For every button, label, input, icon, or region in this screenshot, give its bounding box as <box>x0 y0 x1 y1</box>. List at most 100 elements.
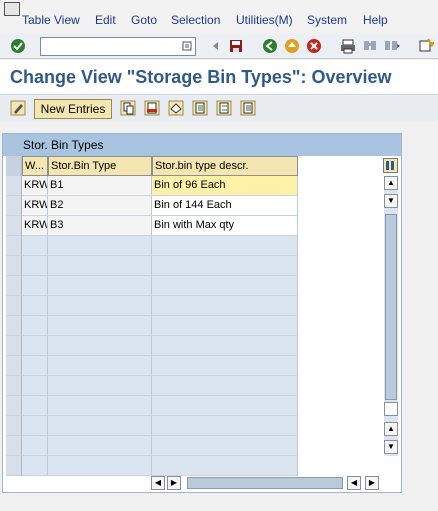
table-title: Stor. Bin Types <box>23 138 104 152</box>
empty-cell <box>48 276 152 296</box>
cancel-icon[interactable] <box>306 38 322 54</box>
row-selector[interactable] <box>6 436 22 456</box>
empty-cell <box>152 456 298 476</box>
empty-cell <box>22 376 48 396</box>
table-settings-icon[interactable] <box>383 158 398 173</box>
cell-description-input[interactable]: Bin of 96 Each <box>152 176 298 196</box>
column-header-warehouse[interactable]: W... <box>22 156 48 176</box>
system-menu-icon[interactable] <box>4 2 20 16</box>
display-change-icon[interactable] <box>10 100 26 116</box>
undo-change-icon[interactable] <box>168 100 184 116</box>
empty-cell <box>48 396 152 416</box>
select-block-icon[interactable] <box>216 100 232 116</box>
row-selector[interactable] <box>6 176 22 196</box>
menu-utilities[interactable]: Utilities(M) <box>236 13 293 27</box>
menu-help[interactable]: Help <box>363 13 388 27</box>
empty-cell <box>152 316 298 336</box>
empty-cell <box>152 356 298 376</box>
scroll-down-button[interactable]: ▼ <box>384 440 398 454</box>
cell-bin-type: B3 <box>48 216 152 236</box>
new-session-icon[interactable] <box>418 38 434 54</box>
scroll-left-button[interactable]: ◀ <box>151 476 165 490</box>
copy-as-icon[interactable] <box>120 100 136 116</box>
cell-warehouse: KRW <box>22 216 48 236</box>
command-input[interactable] <box>41 38 177 54</box>
row-selector[interactable] <box>6 416 22 436</box>
empty-cell <box>152 236 298 256</box>
row-selector[interactable] <box>6 336 22 356</box>
empty-cell <box>48 436 152 456</box>
scroll-right-button[interactable]: ▶ <box>365 476 379 490</box>
select-all-icon[interactable] <box>192 100 208 116</box>
delete-icon[interactable] <box>144 100 160 116</box>
column-header-description[interactable]: Stor.bin type descr. <box>152 156 298 176</box>
empty-cell <box>152 336 298 356</box>
horizontal-scroll-thumb[interactable] <box>187 477 343 489</box>
cell-description-input[interactable]: Bin of 144 Each <box>152 196 298 216</box>
save-icon[interactable] <box>228 38 244 54</box>
empty-cell <box>48 256 152 276</box>
command-field[interactable] <box>40 37 196 56</box>
empty-cell <box>22 416 48 436</box>
menu-table-view[interactable]: Table View <box>22 13 80 27</box>
empty-cell <box>22 396 48 416</box>
find-next-icon[interactable] <box>384 38 400 54</box>
table-control: Stor. Bin Types W... Stor.Bin Type Stor.… <box>2 133 402 493</box>
empty-cell <box>152 376 298 396</box>
row-selector[interactable] <box>6 196 22 216</box>
scroll-page-down-button[interactable] <box>384 402 398 416</box>
empty-cell <box>22 316 48 336</box>
menu-selection[interactable]: Selection <box>171 13 220 27</box>
exit-icon[interactable] <box>284 38 300 54</box>
empty-cell <box>48 236 152 256</box>
empty-cell <box>48 416 152 436</box>
scroll-next-button[interactable]: ▲ <box>384 422 398 436</box>
row-selector[interactable] <box>6 276 22 296</box>
deselect-all-icon[interactable] <box>240 100 256 116</box>
row-selector[interactable] <box>6 296 22 316</box>
row-selector[interactable] <box>6 316 22 336</box>
empty-cell <box>152 276 298 296</box>
standard-toolbar <box>0 34 438 59</box>
scroll-left-end-button[interactable]: ◀ <box>347 476 361 490</box>
row-selector[interactable] <box>6 356 22 376</box>
menu-bar: Table View Edit Goto Selection Utilities… <box>0 0 438 33</box>
column-header-bin-type[interactable]: Stor.Bin Type <box>48 156 152 176</box>
empty-cell <box>22 456 48 476</box>
row-selector[interactable] <box>6 216 22 236</box>
enter-icon[interactable] <box>10 38 26 54</box>
back-arrow-small-icon[interactable] <box>208 38 224 54</box>
find-icon[interactable] <box>362 38 378 54</box>
menu-edit[interactable]: Edit <box>95 13 116 27</box>
horizontal-scrollbar[interactable]: ◀ ▶ ◀ ▶ <box>151 476 383 490</box>
new-entries-button[interactable]: New Entries <box>34 99 112 119</box>
scroll-right-start-button[interactable]: ▶ <box>167 476 181 490</box>
empty-cell <box>152 396 298 416</box>
scroll-page-up-button[interactable]: ▼ <box>384 194 398 208</box>
menu-goto[interactable]: Goto <box>131 13 157 27</box>
empty-cell <box>22 296 48 316</box>
cell-warehouse: KRW <box>22 196 48 216</box>
table-title-bar: Stor. Bin Types <box>3 134 401 156</box>
select-all-cell[interactable] <box>6 156 22 176</box>
cell-warehouse: KRW <box>22 176 48 196</box>
print-icon[interactable] <box>340 38 356 54</box>
row-selector[interactable] <box>6 236 22 256</box>
back-icon[interactable] <box>262 38 278 54</box>
empty-cell <box>22 256 48 276</box>
vertical-scrollbar[interactable]: ▲ ▼ ▲ ▼ <box>384 176 398 456</box>
vertical-scroll-thumb[interactable] <box>385 214 397 400</box>
cell-description-input[interactable]: Bin with Max qty <box>152 216 298 236</box>
row-selector[interactable] <box>6 456 22 476</box>
empty-cell <box>152 256 298 276</box>
command-dropdown-icon[interactable] <box>182 41 192 51</box>
row-selector[interactable] <box>6 396 22 416</box>
menu-system[interactable]: System <box>307 13 347 27</box>
empty-cell <box>152 416 298 436</box>
page-title: Change View "Storage Bin Types": Overvie… <box>10 67 392 87</box>
row-selector[interactable] <box>6 376 22 396</box>
row-selector[interactable] <box>6 256 22 276</box>
empty-cell <box>48 456 152 476</box>
application-toolbar: New Entries <box>0 96 438 122</box>
scroll-up-button[interactable]: ▲ <box>384 176 398 190</box>
